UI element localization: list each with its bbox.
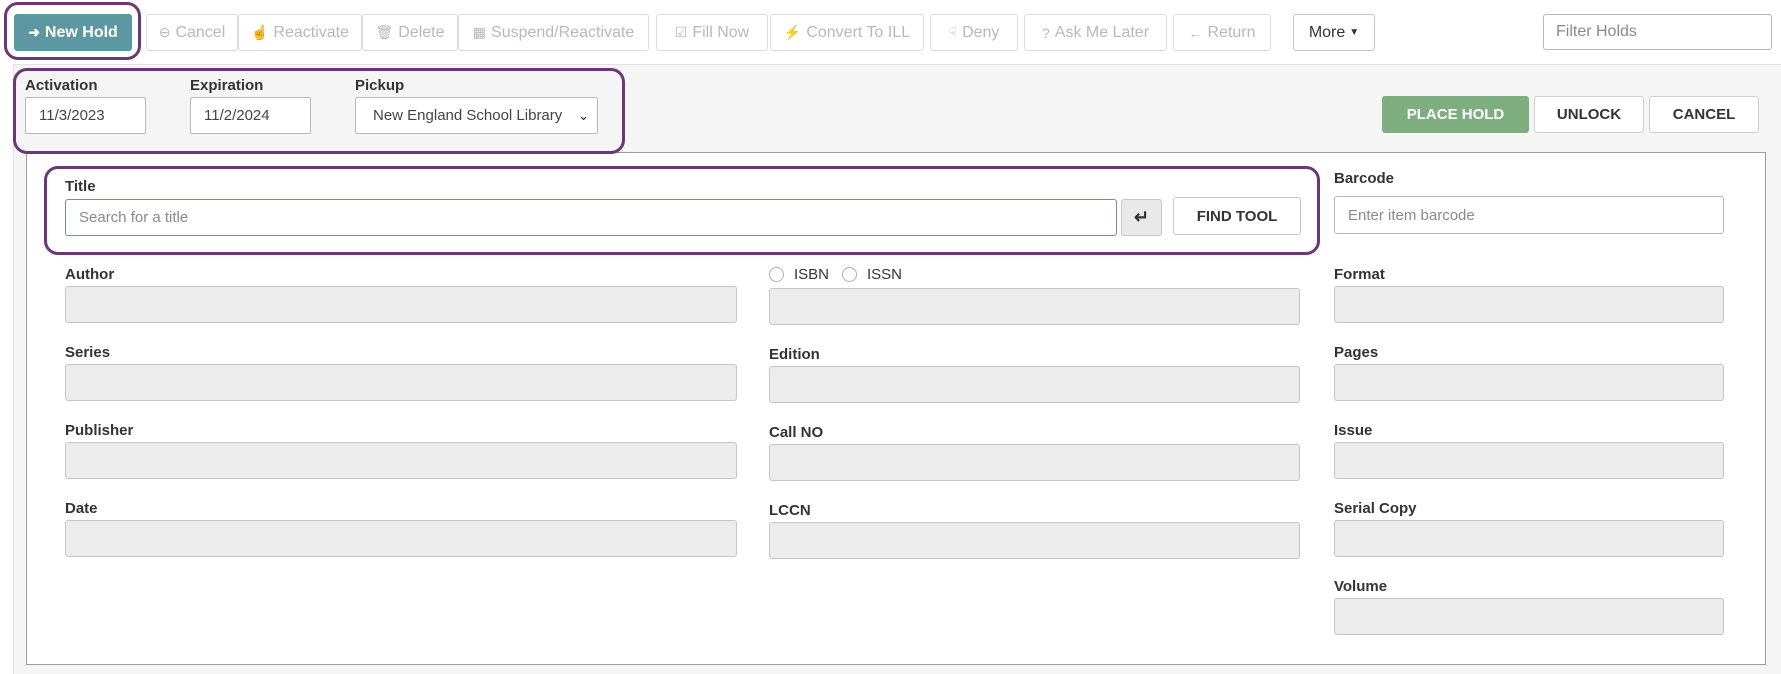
thumbs-up-icon: ☝ [250, 24, 269, 40]
unlock-button[interactable]: UNLOCK [1534, 96, 1644, 133]
cancel-hold-label: Cancel [175, 23, 226, 41]
unlock-label: UNLOCK [1556, 106, 1622, 123]
calendar-icon: ▦ [472, 24, 487, 40]
lccn-field[interactable] [769, 522, 1300, 559]
new-hold-label: New Hold [44, 23, 118, 41]
edition-label: Edition [769, 346, 820, 363]
fill-now-button[interactable]: ☑ Fill Now [656, 14, 768, 51]
ask-me-later-button[interactable]: ? Ask Me Later [1024, 14, 1167, 51]
reactivate-button[interactable]: ☝ Reactivate [238, 14, 362, 51]
expiration-date-input[interactable] [190, 97, 311, 134]
delete-button[interactable]: 🗑 Delete [362, 14, 458, 51]
isbn-issn-field[interactable] [769, 288, 1300, 325]
question-circle-icon: ? [1041, 24, 1050, 41]
enter-icon: ↵ [1133, 207, 1150, 227]
issn-radio[interactable] [842, 267, 857, 282]
volume-field[interactable] [1334, 598, 1724, 635]
pages-label: Pages [1334, 344, 1379, 361]
author-field[interactable] [65, 286, 737, 323]
edition-field[interactable] [769, 366, 1300, 403]
cancel-button[interactable]: CANCEL [1649, 96, 1759, 133]
ask-me-later-label: Ask Me Later [1054, 23, 1150, 41]
suspend-reactivate-label: Suspend/Reactivate [491, 23, 635, 41]
return-button[interactable]: ← Return [1173, 14, 1271, 51]
fill-now-label: Fill Now [692, 23, 750, 41]
format-label: Format [1334, 266, 1385, 283]
find-tool-label: FIND TOOL [1196, 207, 1278, 225]
isbn-label: ISBN [794, 266, 830, 283]
issue-field[interactable] [1334, 442, 1724, 479]
chevron-down-icon: ⌄ [578, 108, 589, 123]
caret-down-icon: ▼ [1349, 27, 1360, 38]
pages-field[interactable] [1334, 364, 1724, 401]
pickup-select[interactable]: New England School Library ⌄ [355, 97, 598, 134]
date-label: Date [65, 500, 98, 517]
enter-button[interactable]: ↵ [1121, 199, 1162, 236]
author-label: Author [65, 266, 115, 283]
activation-label: Activation [25, 77, 98, 94]
cancel-hold-button[interactable]: ⊖ Cancel [146, 14, 238, 51]
sign-in-icon: ➜ [28, 24, 40, 40]
barcode-input[interactable] [1334, 196, 1724, 234]
issue-label: Issue [1334, 422, 1373, 439]
minus-circle-icon: ⊖ [158, 24, 171, 40]
reactivate-label: Reactivate [273, 23, 350, 41]
barcode-label: Barcode [1334, 170, 1395, 187]
thumbs-down-icon: ☟ [948, 24, 958, 40]
activation-date-input[interactable] [25, 97, 146, 134]
date-field[interactable] [65, 520, 737, 557]
isbn-radio[interactable] [769, 267, 784, 282]
deny-button[interactable]: ☟ Deny [930, 14, 1018, 51]
new-hold-button[interactable]: ➜ New Hold [14, 14, 132, 51]
serial-copy-field[interactable] [1334, 520, 1724, 557]
volume-label: Volume [1334, 578, 1388, 595]
title-search-input[interactable] [65, 199, 1117, 236]
find-tool-button[interactable]: FIND TOOL [1173, 197, 1301, 235]
expiration-label: Expiration [190, 77, 264, 94]
pickup-label: Pickup [355, 77, 405, 94]
format-field[interactable] [1334, 286, 1724, 323]
lccn-label: LCCN [769, 502, 811, 519]
call-no-field[interactable] [769, 444, 1300, 481]
filter-holds-input[interactable] [1543, 14, 1772, 50]
more-label: More [1308, 23, 1346, 41]
arrow-left-icon: ← [1188, 24, 1203, 41]
pickup-value: New England School Library [373, 107, 563, 124]
issn-label: ISSN [867, 266, 903, 283]
bolt-icon: ⚡ [783, 24, 802, 40]
deny-label: Deny [962, 23, 1000, 41]
title-label: Title [65, 178, 96, 195]
series-field[interactable] [65, 364, 737, 401]
delete-label: Delete [398, 23, 445, 41]
convert-to-ill-button[interactable]: ⚡ Convert To ILL [770, 14, 924, 51]
series-label: Series [65, 344, 111, 361]
suspend-reactivate-button[interactable]: ▦ Suspend/Reactivate [458, 14, 649, 51]
serial-copy-label: Serial Copy [1334, 500, 1417, 517]
place-hold-button[interactable]: PLACE HOLD [1382, 96, 1529, 133]
check-square-icon: ☑ [674, 24, 688, 40]
publisher-field[interactable] [65, 442, 737, 479]
publisher-label: Publisher [65, 422, 134, 439]
place-hold-label: PLACE HOLD [1406, 106, 1505, 123]
convert-to-ill-label: Convert To ILL [806, 23, 911, 41]
call-no-label: Call NO [769, 424, 824, 441]
trash-icon: 🗑 [375, 24, 394, 40]
more-dropdown-button[interactable]: More ▼ [1293, 14, 1375, 51]
return-label: Return [1207, 23, 1256, 41]
cancel-label: CANCEL [1672, 106, 1736, 123]
